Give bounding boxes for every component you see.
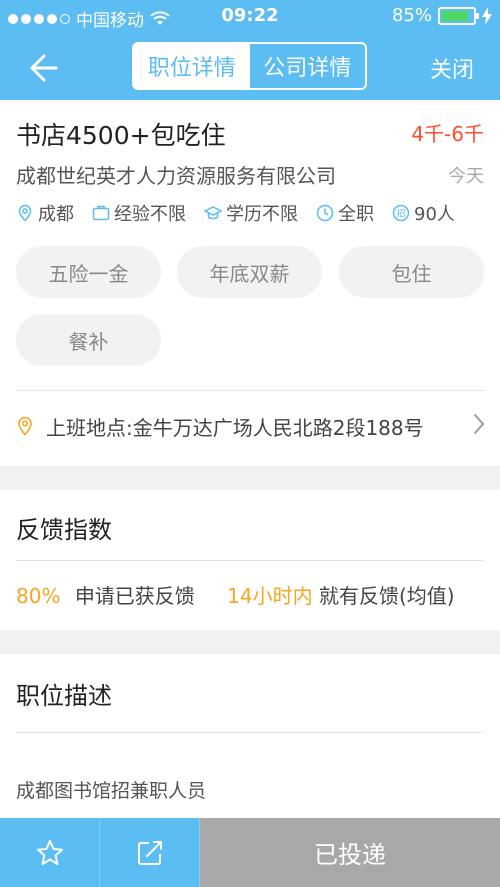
share-button[interactable] (100, 818, 200, 887)
divider (16, 732, 484, 733)
meta-education: 学历不限 (204, 200, 298, 226)
back-arrow-icon[interactable] (22, 48, 62, 88)
nav-bar: 职位详情 公司详情 关闭 (0, 40, 500, 94)
battery-percent: 85% (391, 5, 432, 26)
benefit-tag: 餐补 (16, 314, 161, 366)
feedback-time: 14小时内 (227, 584, 313, 608)
status-right: 85% (392, 5, 492, 26)
salary-label: 4千-6千 (411, 122, 484, 146)
svg-text:招: 招 (396, 208, 405, 220)
divider (16, 390, 484, 391)
charging-icon (482, 6, 492, 25)
battery-icon (438, 6, 479, 25)
meta-headcount: 招 90人 (392, 200, 455, 226)
favorite-button[interactable] (0, 818, 100, 887)
feedback-time-label: 就有反馈(均值) (318, 584, 455, 608)
posted-date: 今天 (448, 166, 484, 187)
clock-icon (316, 204, 334, 222)
location-pin-icon (18, 204, 32, 222)
bottom-action-bar: 已投递 (0, 818, 500, 887)
job-title: 书店4500+包吃住 (16, 121, 226, 150)
feedback-title: 反馈指数 (16, 516, 112, 544)
recruit-badge-icon: 招 (392, 204, 410, 222)
segmented-control: 职位详情 公司详情 (132, 42, 367, 90)
benefit-tag: 包住 (339, 246, 484, 298)
divider (16, 560, 484, 561)
benefit-tag: 年底双薪 (177, 246, 322, 298)
applied-button[interactable]: 已投递 (200, 818, 500, 887)
work-location-row[interactable]: 上班地点:金牛万达广场人民北路2段188号 (16, 408, 486, 444)
tab-company-detail[interactable]: 公司详情 (250, 44, 366, 88)
location-pin-icon (18, 416, 32, 436)
feedback-rate-label: 申请已获反馈 (74, 584, 195, 608)
work-location-text: 上班地点:金牛万达广场人民北路2段188号 (46, 415, 424, 440)
tab-job-detail[interactable]: 职位详情 (134, 44, 250, 88)
share-icon (137, 840, 162, 865)
benefit-tag: 五险一金 (16, 246, 161, 298)
feedback-rate: 80% (16, 584, 61, 608)
job-meta: 成都 经验不限 学历不限 全职 招 90人 (16, 200, 455, 226)
meta-city: 成都 (16, 200, 74, 226)
graduation-cap-icon (204, 206, 222, 220)
description-title: 职位描述 (16, 682, 112, 710)
description-text: 成都图书馆招兼职人员 (16, 780, 207, 802)
status-bar: 中国移动 09:22 85% (0, 0, 500, 34)
feedback-stats: 80% 申请已获反馈 14小时内 就有反馈(均值) (16, 580, 455, 609)
close-button[interactable]: 关闭 (430, 52, 474, 84)
briefcase-icon (92, 205, 110, 221)
top-bar: 中国移动 09:22 85% 职位详情 公司详情 关闭 (0, 0, 500, 100)
meta-experience: 经验不限 (92, 200, 186, 226)
chevron-right-icon (474, 414, 485, 434)
meta-type: 全职 (316, 200, 374, 226)
star-icon (36, 839, 63, 865)
company-name[interactable]: 成都世纪英才人力资源服务有限公司 (16, 160, 336, 189)
